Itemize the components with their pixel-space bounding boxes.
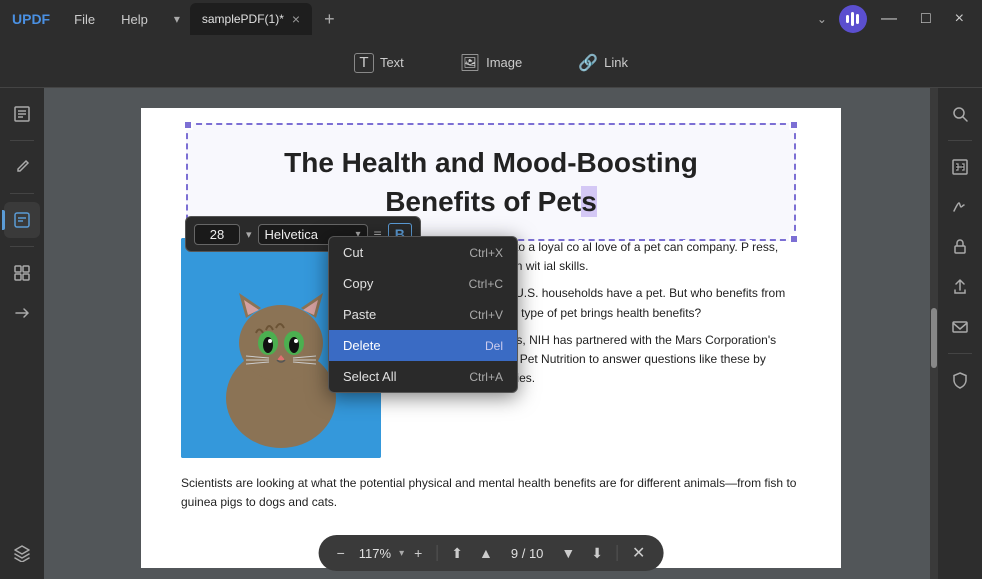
image-tool[interactable]: 🖼 Image — [448, 47, 534, 79]
edit-icon — [13, 158, 31, 176]
tab-dropdown-btn[interactable]: ▾ — [168, 8, 186, 30]
organize-icon — [13, 264, 31, 282]
close-btn[interactable]: × — [945, 6, 974, 32]
nav-separator-2 — [617, 545, 618, 561]
tab-area: ▾ samplePDF(1)* × + — [168, 3, 809, 35]
context-paste[interactable]: Paste Ctrl+V — [329, 299, 517, 330]
sidebar-divider-1 — [10, 140, 34, 141]
zoom-out-btn[interactable]: − — [331, 541, 351, 565]
font-size-input[interactable]: 28 — [194, 224, 240, 245]
nav-separator-1 — [436, 545, 437, 561]
sidebar-item-organize[interactable] — [4, 255, 40, 291]
context-delete[interactable]: Delete Del — [329, 330, 517, 361]
scrollbar[interactable] — [930, 88, 938, 579]
tab-title: samplePDF(1)* — [202, 12, 284, 26]
scrollbar-thumb[interactable] — [931, 308, 937, 368]
link-tool[interactable]: 🔗 Link — [566, 47, 640, 79]
sidebar-item-share[interactable] — [942, 269, 978, 305]
new-tab-btn[interactable]: + — [316, 9, 343, 30]
signature-icon — [951, 198, 969, 216]
app-logo: UPDF — [0, 11, 62, 27]
share-icon — [951, 278, 969, 296]
text-tool[interactable]: T Text — [342, 47, 416, 79]
titlebar: UPDF File Help ▾ samplePDF(1)* × + ⌄ — □… — [0, 0, 982, 38]
sidebar-divider-2 — [10, 193, 34, 194]
context-copy[interactable]: Copy Ctrl+C — [329, 268, 517, 299]
right-divider-1 — [948, 140, 972, 141]
tab-close-btn[interactable]: × — [292, 12, 300, 26]
stamp-icon — [951, 238, 969, 256]
page-indicator: 9 / 10 — [503, 546, 552, 561]
convert-icon — [13, 304, 31, 322]
first-page-btn[interactable]: ⬆ — [445, 541, 469, 566]
main-toolbar: T Text 🖼 Image 🔗 Link — [0, 38, 982, 88]
layers-icon — [13, 544, 31, 562]
minimize-btn[interactable]: — — [871, 6, 907, 32]
sidebar-item-signature[interactable] — [942, 189, 978, 225]
sidebar-item-stamp[interactable] — [942, 229, 978, 265]
search-icon — [951, 105, 969, 123]
more-tabs-btn[interactable]: ⌄ — [809, 8, 835, 30]
sidebar-item-ocr[interactable] — [942, 149, 978, 185]
selection-handle-tl[interactable] — [183, 120, 193, 130]
pdf-footer: Scientists are looking at what the poten… — [181, 474, 801, 512]
sidebar-item-convert[interactable] — [4, 295, 40, 331]
pages-icon — [13, 105, 31, 123]
zoom-dropdown-btn[interactable]: ▾ — [399, 548, 404, 559]
sidebar-item-annotate[interactable] — [4, 202, 40, 238]
right-divider-2 — [948, 353, 972, 354]
sidebar-item-search[interactable] — [942, 96, 978, 132]
active-tab[interactable]: samplePDF(1)* × — [190, 3, 312, 35]
sidebar-item-protect[interactable] — [942, 362, 978, 398]
left-sidebar — [0, 88, 44, 579]
link-icon: 🔗 — [578, 53, 598, 73]
menu-bar: File Help — [62, 8, 160, 31]
sidebar-item-pages[interactable] — [4, 96, 40, 132]
annotate-icon — [13, 211, 31, 229]
avatar-icon — [846, 12, 859, 26]
sidebar-item-edit[interactable] — [4, 149, 40, 185]
right-sidebar — [938, 88, 982, 579]
sidebar-item-layers[interactable] — [4, 535, 40, 571]
maximize-btn[interactable]: □ — [911, 6, 941, 32]
main-content: The Health and Mood-Boosting Benefits of… — [44, 88, 938, 579]
last-page-btn[interactable]: ⬇ — [585, 541, 609, 566]
page-nav-bar: − 117% ▾ + ⬆ ▲ 9 / 10 ▼ ⬇ ✕ — [319, 535, 664, 571]
zoom-in-btn[interactable]: + — [408, 541, 428, 565]
ocr-icon — [951, 158, 969, 176]
window-controls: ⌄ — □ × — [809, 5, 982, 33]
sidebar-divider-3 — [10, 246, 34, 247]
email-icon — [951, 318, 969, 336]
selection-handle-tr[interactable] — [789, 120, 799, 130]
sidebar-item-email[interactable] — [942, 309, 978, 345]
help-menu[interactable]: Help — [109, 8, 160, 31]
protect-icon — [951, 371, 969, 389]
file-menu[interactable]: File — [62, 8, 107, 31]
next-page-btn[interactable]: ▼ — [555, 541, 581, 565]
context-menu: Cut Ctrl+X Copy Ctrl+C Paste Ctrl+V Dele… — [328, 236, 518, 393]
image-icon: 🖼 — [460, 53, 480, 73]
context-cut[interactable]: Cut Ctrl+X — [329, 237, 517, 268]
size-stepper[interactable]: ▾ — [246, 228, 252, 241]
prev-page-btn[interactable]: ▲ — [473, 541, 499, 565]
zoom-level: 117% — [355, 546, 395, 561]
context-select-all[interactable]: Select All Ctrl+A — [329, 361, 517, 392]
nav-close-btn[interactable]: ✕ — [626, 539, 651, 567]
user-avatar[interactable] — [839, 5, 867, 33]
text-icon: T — [354, 53, 374, 73]
